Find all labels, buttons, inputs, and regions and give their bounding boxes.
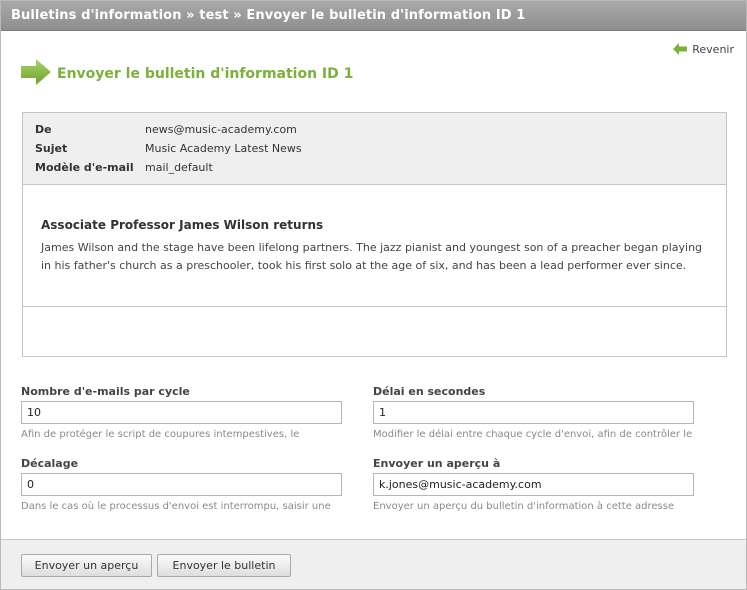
emails-per-cycle-group: Nombre d'e-mails par cycle Afin de proté… — [21, 385, 342, 440]
message-text: James Wilson and the stage have been lif… — [41, 241, 703, 272]
template-value: mail_default — [145, 161, 213, 174]
send-newsletter-button[interactable]: Envoyer le bulletin — [157, 554, 291, 577]
subject-value: Music Academy Latest News — [145, 142, 302, 155]
back-link-label: Revenir — [692, 43, 734, 56]
message-preview: De news@music-academy.com Sujet Music Ac… — [22, 112, 727, 357]
delay-seconds-input[interactable] — [373, 401, 694, 424]
delay-seconds-label: Délai en secondes — [373, 385, 486, 398]
offset-hint: Dans le cas où le processus d'envoi est … — [21, 501, 331, 512]
page-title: Envoyer le bulletin d'information ID 1 — [57, 66, 354, 82]
offset-group: Décalage Dans le cas où le processus d'e… — [21, 457, 342, 512]
arrow-left-icon — [673, 40, 688, 59]
delay-seconds-hint: Modifier le délai entre chaque cycle d'e… — [373, 429, 693, 440]
message-heading: Associate Professor James Wilson returns — [41, 218, 324, 232]
from-label: De — [35, 123, 52, 136]
send-preview-button[interactable]: Envoyer un aperçu — [21, 554, 152, 577]
preview-email-label: Envoyer un aperçu à — [373, 457, 501, 470]
delay-seconds-group: Délai en secondes Modifier le délai entr… — [373, 385, 694, 440]
message-body: Associate Professor James Wilson returns… — [23, 185, 726, 307]
subject-label: Sujet — [35, 142, 68, 155]
message-meta: De news@music-academy.com Sujet Music Ac… — [23, 113, 726, 185]
offset-label: Décalage — [21, 457, 79, 470]
preview-email-group: Envoyer un aperçu à Envoyer un aperçu du… — [373, 457, 694, 512]
breadcrumb: Bulletins d'information » test » Envoyer… — [11, 8, 526, 23]
title-bar: Bulletins d'information » test » Envoyer… — [1, 1, 746, 31]
window-frame: Bulletins d'information » test » Envoyer… — [0, 0, 747, 590]
action-bar: Envoyer un aperçu Envoyer le bulletin — [1, 539, 746, 589]
page-header: Envoyer le bulletin d'information ID 1 — [21, 59, 353, 89]
meta-row-subject: Sujet Music Academy Latest News — [23, 142, 726, 161]
template-label: Modèle d'e-mail — [35, 161, 134, 174]
preview-email-input[interactable] — [373, 473, 694, 496]
arrow-right-icon — [21, 59, 51, 89]
emails-per-cycle-label: Nombre d'e-mails par cycle — [21, 385, 190, 398]
offset-input[interactable] — [21, 473, 342, 496]
preview-email-hint: Envoyer un aperçu du bulletin d'informat… — [373, 501, 675, 512]
from-value: news@music-academy.com — [145, 123, 297, 136]
back-link[interactable]: Revenir — [673, 40, 734, 59]
meta-row-from: De news@music-academy.com — [23, 123, 726, 142]
emails-per-cycle-input[interactable] — [21, 401, 342, 424]
emails-per-cycle-hint: Afin de protéger le script de coupures i… — [21, 429, 300, 440]
meta-row-template: Modèle d'e-mail mail_default — [23, 161, 726, 180]
